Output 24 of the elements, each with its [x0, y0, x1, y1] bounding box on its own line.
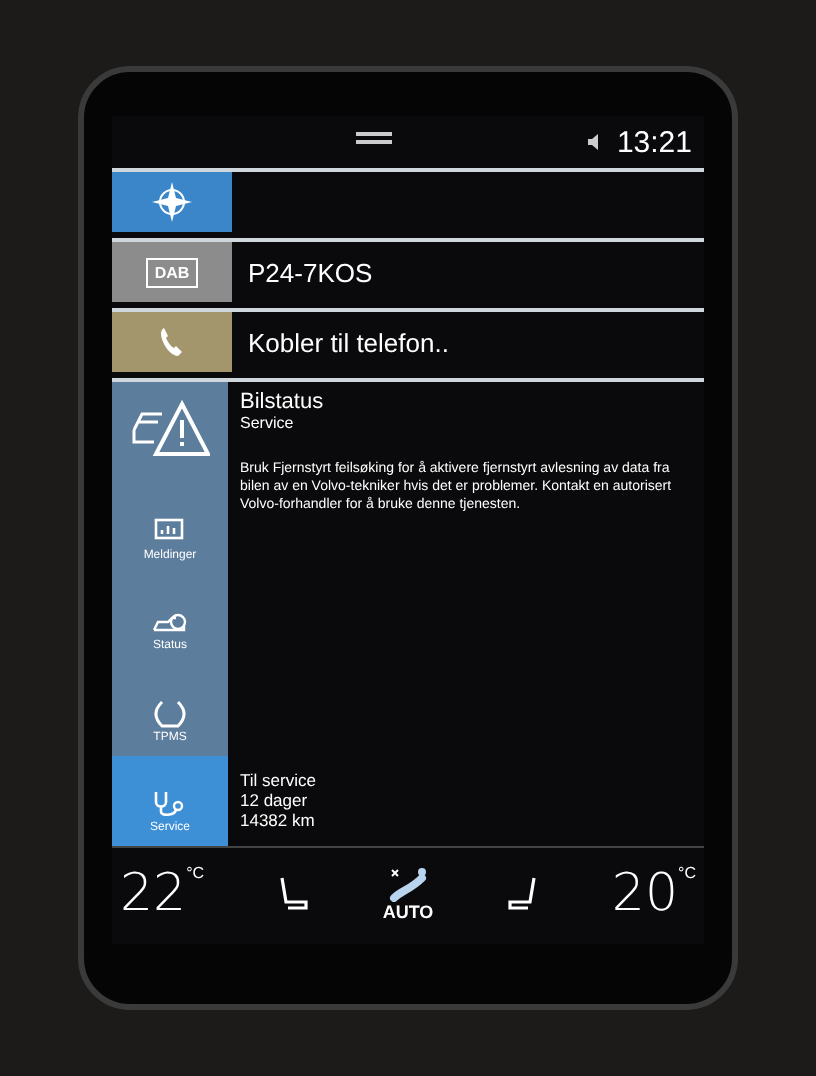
airflow-icon [386, 866, 430, 902]
app-tile[interactable]: Kobler til telefon.. [112, 308, 704, 372]
tile-label: P24-7KOS [246, 257, 373, 287]
phone-icon [158, 326, 186, 358]
app-tile[interactable] [112, 168, 704, 232]
chart-screen-icon [154, 517, 186, 545]
service-due-text: Til service [240, 770, 318, 790]
radio-icon: DAB [146, 257, 198, 287]
page-title: Bilstatus [240, 390, 326, 414]
drag-handle-icon[interactable] [356, 132, 392, 144]
page-subtitle: Service [240, 414, 296, 432]
app-tile[interactable]: DAB P24-7KOS [112, 238, 704, 302]
clock-time: 13:21 [616, 125, 692, 159]
car-warning-icon [130, 398, 210, 458]
compass-icon [150, 180, 194, 224]
car-gauge-icon [152, 612, 188, 636]
tire-icon [154, 699, 186, 727]
seat-heating-icon[interactable] [277, 876, 310, 912]
tile-label: Kobler til telefon.. [246, 327, 449, 357]
service-due-text: 12 dager [240, 790, 310, 810]
climate-auto-button[interactable]: AUTO [382, 866, 434, 922]
seat-heating-icon[interactable] [506, 876, 539, 912]
stethoscope-icon [152, 790, 188, 818]
service-due-text: 14382 km [240, 810, 317, 830]
